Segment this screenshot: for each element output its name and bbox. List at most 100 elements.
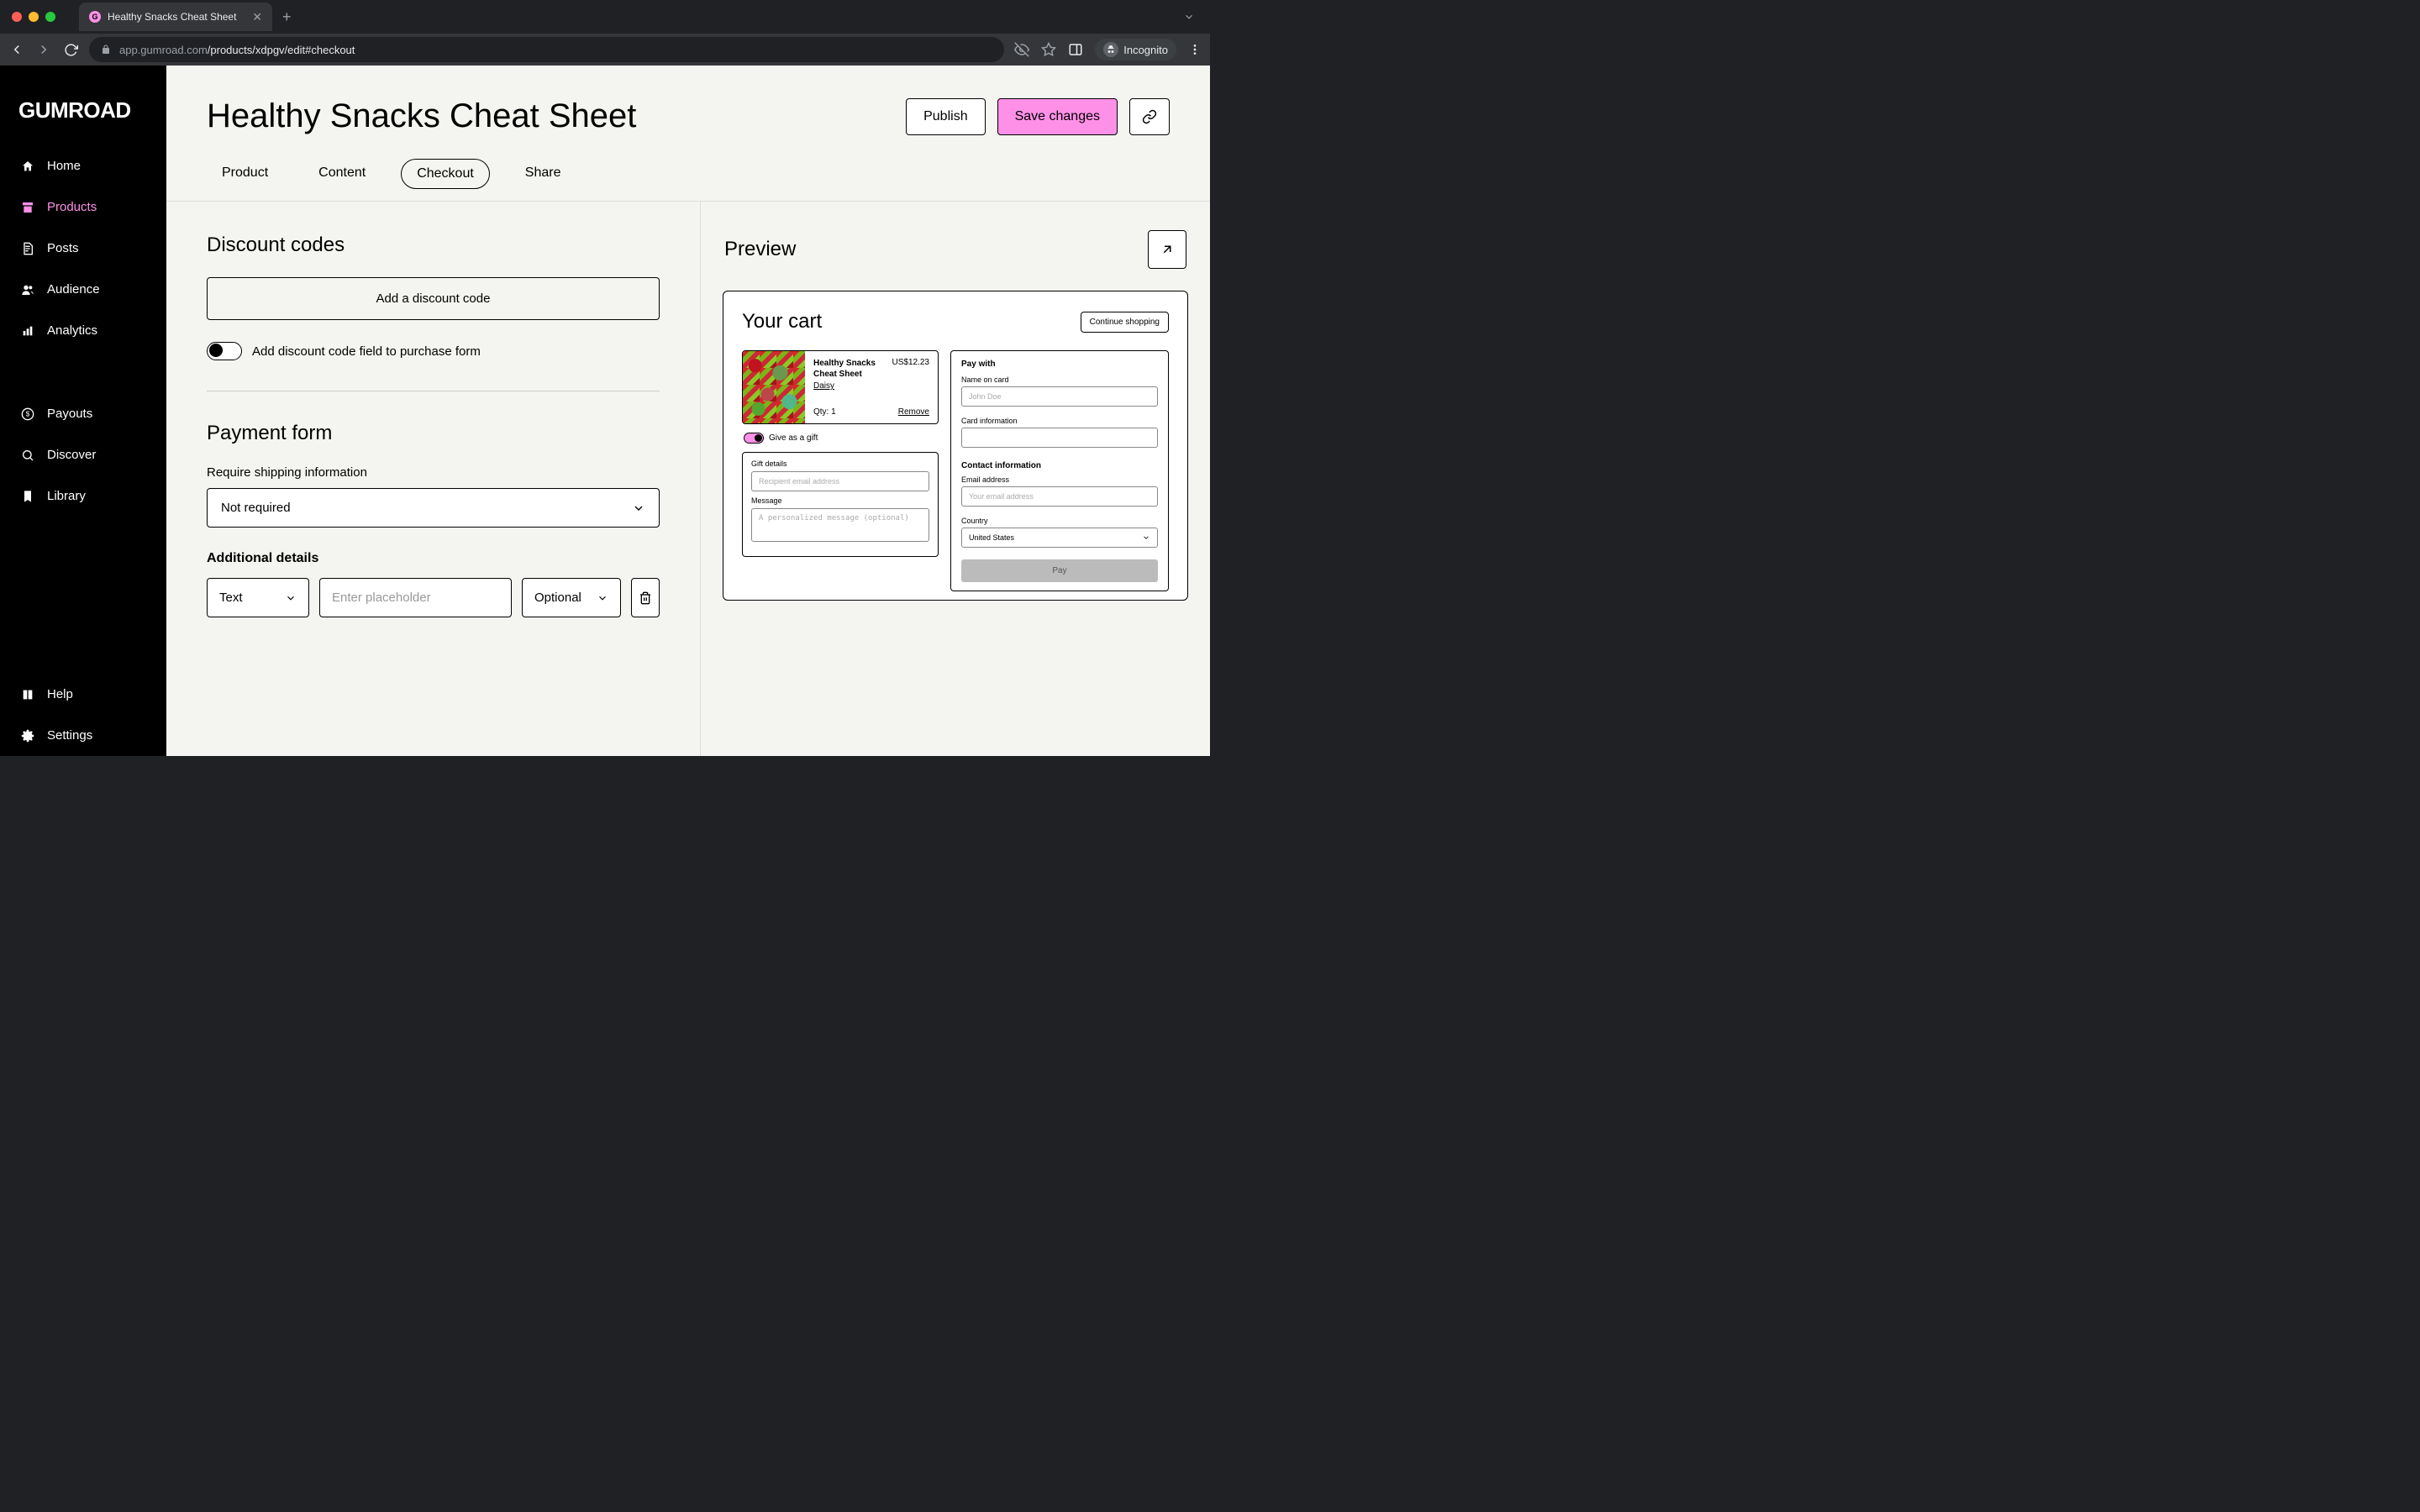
eye-off-icon[interactable] (1014, 42, 1029, 57)
remove-link[interactable]: Remove (898, 407, 929, 417)
publish-button[interactable]: Publish (906, 98, 985, 135)
recipient-email-input[interactable] (751, 471, 929, 491)
cart-header: Your cart Continue shopping (742, 310, 1169, 333)
app: GUMROAD Home Products Posts Audience Ana… (0, 66, 1210, 756)
sidebar-label: Home (47, 159, 81, 173)
tab-title: Healthy Snacks Cheat Sheet (108, 11, 245, 23)
logo[interactable]: GUMROAD (0, 86, 166, 145)
sidebar-label: Posts (47, 241, 79, 255)
sidebar-label: Discover (47, 448, 96, 462)
tab-overflow-icon[interactable] (1183, 11, 1195, 23)
shipping-label: Require shipping information (207, 465, 660, 480)
sidebar-item-analytics[interactable]: Analytics (0, 310, 166, 351)
maximize-window[interactable] (45, 12, 55, 22)
detail-type-select[interactable]: Text (207, 578, 309, 617)
new-tab-button[interactable]: + (282, 8, 292, 26)
preview-pane: Preview Your cart Continue shopping (701, 202, 1210, 756)
tab-share[interactable]: Share (510, 159, 576, 189)
tabs: Product Content Checkout Share (207, 159, 1170, 201)
card-info-input[interactable] (961, 428, 1158, 448)
tab-checkout[interactable]: Checkout (401, 159, 490, 189)
product-qty: Qty: 1 (813, 407, 836, 417)
name-on-card-input[interactable] (961, 386, 1158, 407)
sidebar-item-library[interactable]: Library (0, 475, 166, 517)
country-label: Country (961, 517, 1158, 525)
sidebar-item-discover[interactable]: Discover (0, 434, 166, 475)
svg-text:$: $ (26, 410, 30, 417)
panel-icon[interactable] (1068, 42, 1083, 57)
close-window[interactable] (12, 12, 22, 22)
reload-button[interactable] (62, 41, 79, 58)
sidebar-item-help[interactable]: Help (0, 674, 166, 715)
incognito-badge[interactable]: Incognito (1095, 39, 1176, 60)
delete-detail-button[interactable] (631, 578, 660, 617)
sidebar-label: Audience (47, 282, 100, 297)
book-icon (20, 688, 35, 701)
chevron-down-icon (597, 592, 608, 604)
discount-toggle[interactable] (207, 342, 242, 360)
address-bar[interactable]: app.gumroad.com/products/xdpgv/edit#chec… (89, 37, 1004, 62)
sidebar-item-home[interactable]: Home (0, 145, 166, 186)
message-textarea[interactable] (751, 508, 929, 542)
trash-icon (639, 591, 652, 605)
save-button[interactable]: Save changes (997, 98, 1118, 135)
chevron-down-icon (632, 501, 645, 515)
detail-placeholder-input[interactable] (319, 578, 512, 617)
minimize-window[interactable] (29, 12, 39, 22)
page-header: Healthy Snacks Cheat Sheet Publish Save … (166, 66, 1210, 201)
form-pane: Discount codes Add a discount code Add d… (166, 202, 701, 756)
sidebar-item-audience[interactable]: Audience (0, 269, 166, 310)
tab-content[interactable]: Content (303, 159, 381, 189)
sidebar-label: Settings (47, 728, 92, 743)
external-link-icon (1160, 242, 1175, 257)
gift-toggle[interactable] (744, 433, 764, 444)
discount-section-title: Discount codes (207, 234, 660, 257)
close-tab-icon[interactable]: ✕ (252, 10, 262, 24)
chevron-down-icon (1142, 533, 1150, 542)
sidebar: GUMROAD Home Products Posts Audience Ana… (0, 66, 166, 756)
lock-icon (101, 45, 111, 55)
continue-shopping-button[interactable]: Continue shopping (1081, 312, 1169, 333)
tab-product[interactable]: Product (207, 159, 283, 189)
browser-tab[interactable]: G Healthy Snacks Cheat Sheet ✕ (79, 3, 272, 31)
star-icon[interactable] (1041, 42, 1056, 57)
file-icon (20, 242, 35, 255)
shipping-value: Not required (221, 501, 291, 515)
chart-icon (20, 324, 35, 338)
incognito-label: Incognito (1123, 44, 1168, 56)
open-preview-button[interactable] (1148, 230, 1186, 269)
email-label: Email address (961, 475, 1158, 484)
pay-button[interactable]: Pay (961, 559, 1158, 582)
product-image (743, 351, 805, 423)
cart-card: Your cart Continue shopping Healthy Snac… (723, 291, 1188, 601)
discount-toggle-row: Add discount code field to purchase form (207, 342, 660, 360)
shipping-select[interactable]: Not required (207, 488, 660, 528)
sidebar-item-settings[interactable]: Settings (0, 715, 166, 756)
browser-toolbar: app.gumroad.com/products/xdpgv/edit#chec… (0, 34, 1210, 66)
cart-left: Healthy Snacks Cheat Sheet US$12.23 Dais… (742, 350, 939, 591)
email-input[interactable] (961, 486, 1158, 507)
sidebar-label: Library (47, 489, 86, 503)
forward-button[interactable] (35, 41, 52, 58)
page-title: Healthy Snacks Cheat Sheet (207, 97, 636, 135)
payment-box: Pay with Name on card Card information C… (950, 350, 1169, 591)
product-author[interactable]: Daisy (813, 381, 929, 391)
sidebar-item-posts[interactable]: Posts (0, 228, 166, 269)
additional-subsection: Additional details (207, 551, 660, 566)
country-select[interactable]: United States (961, 528, 1158, 548)
copy-link-button[interactable] (1129, 98, 1170, 135)
name-on-card-label: Name on card (961, 375, 1158, 384)
sidebar-item-payouts[interactable]: $ Payouts (0, 393, 166, 434)
sidebar-item-products[interactable]: Products (0, 186, 166, 228)
home-icon (20, 160, 35, 173)
product-info: Healthy Snacks Cheat Sheet US$12.23 Dais… (805, 351, 938, 423)
product-name: Healthy Snacks Cheat Sheet (813, 358, 892, 380)
gift-details-box: Gift details Message (742, 452, 939, 557)
back-button[interactable] (8, 41, 25, 58)
detail-required-select[interactable]: Optional (522, 578, 621, 617)
payment-section-title: Payment form (207, 422, 660, 445)
add-discount-button[interactable]: Add a discount code (207, 277, 660, 320)
menu-icon[interactable] (1188, 43, 1202, 56)
detail-row: Text Optional (207, 578, 660, 617)
preview-title: Preview (724, 238, 796, 261)
